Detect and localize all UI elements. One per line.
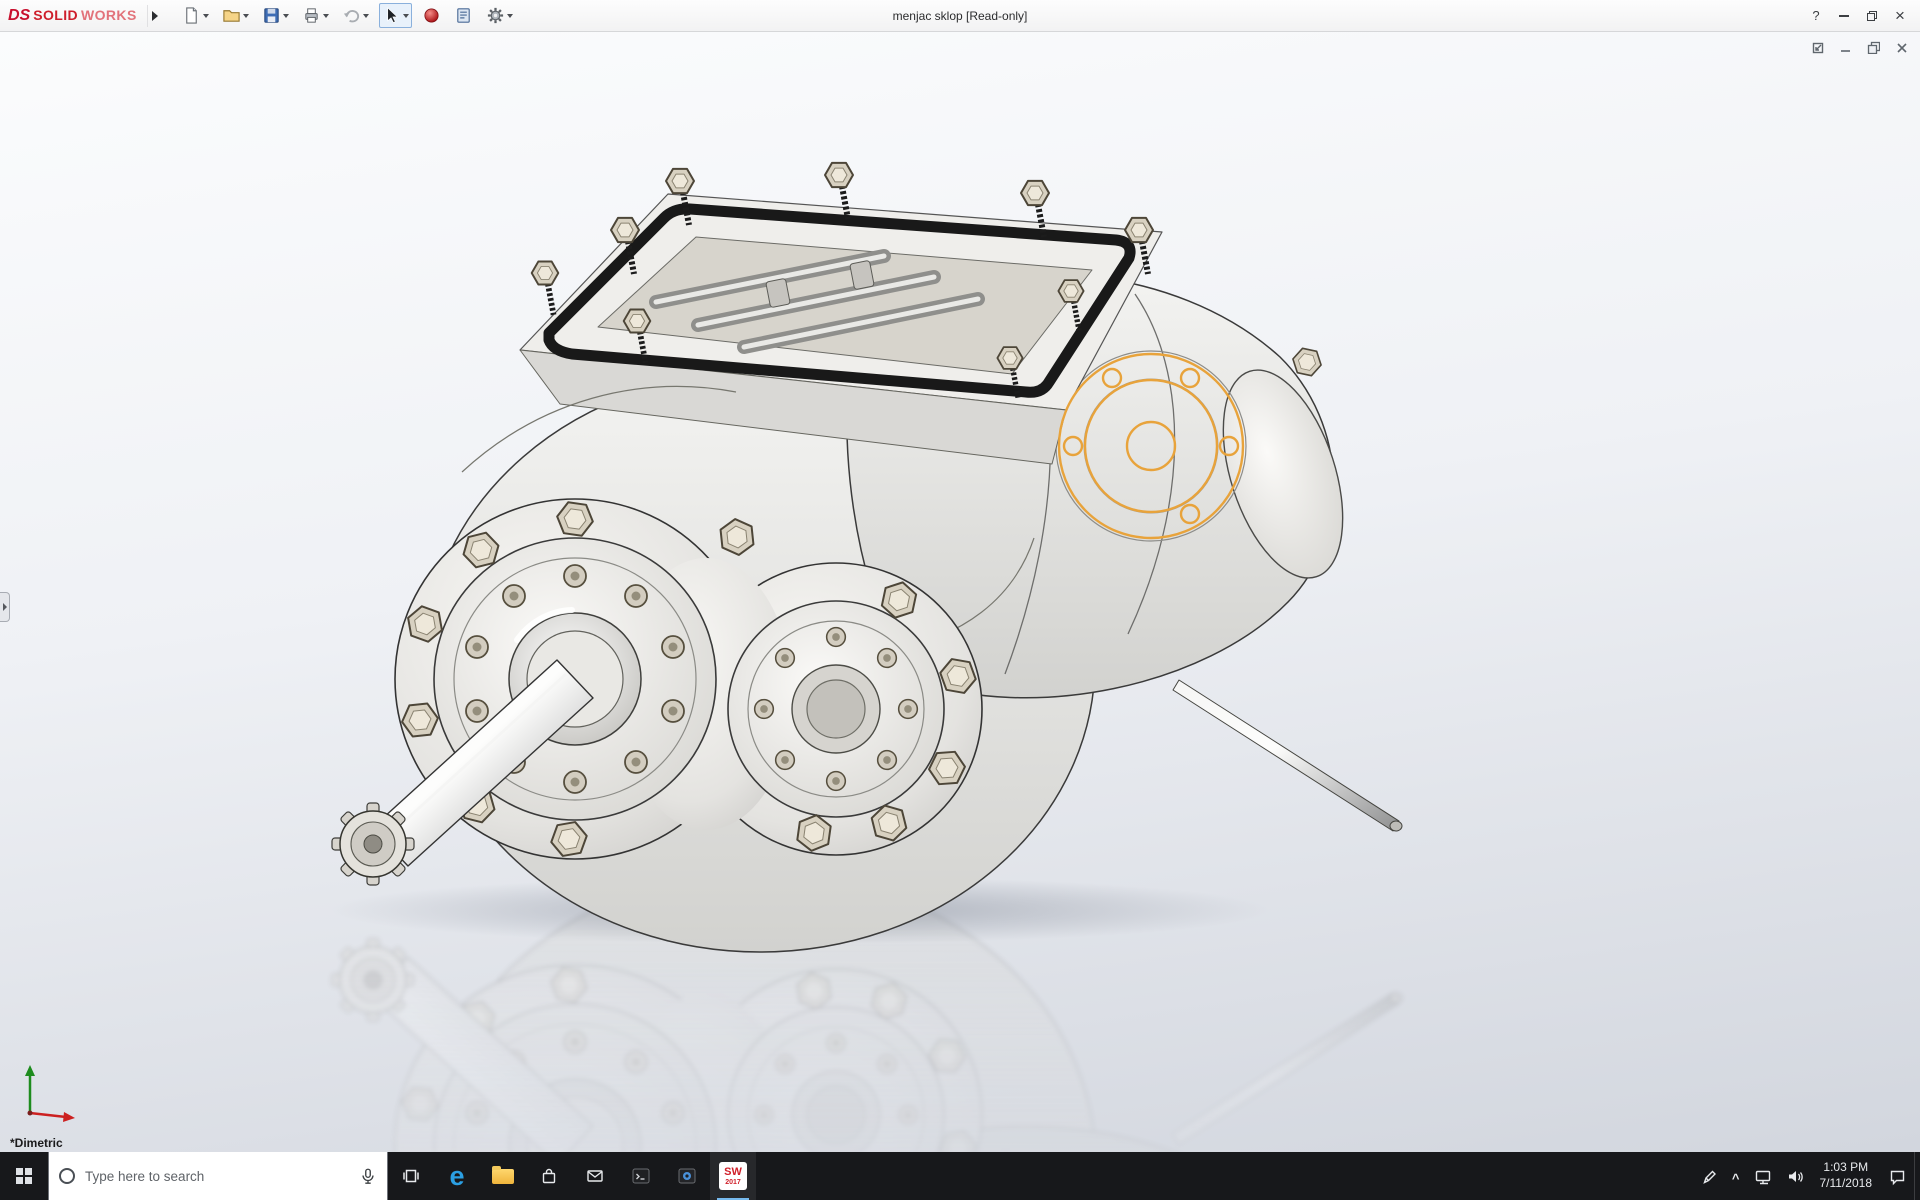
media-app-icon [677, 1166, 697, 1186]
minimize-icon [1839, 15, 1849, 17]
view-orientation-label: *Dimetric [10, 1136, 63, 1150]
window-controls: ? × [1802, 0, 1914, 31]
doc-restore-button[interactable] [1866, 40, 1880, 54]
restore-icon [1866, 10, 1878, 22]
dropdown-caret-icon[interactable] [403, 14, 409, 21]
gear-icon [486, 6, 505, 25]
solidworks-taskbar-button[interactable]: SW 2017 [710, 1152, 756, 1200]
dropdown-caret-icon[interactable] [507, 14, 513, 21]
notification-icon [1888, 1167, 1907, 1186]
featuremanager-collapse-tab[interactable] [0, 592, 10, 622]
close-button[interactable]: × [1886, 0, 1914, 31]
save-button[interactable] [259, 3, 292, 28]
document-window-controls [1810, 40, 1908, 54]
solidworks-logo[interactable]: DS SOLIDWORKS [8, 7, 137, 25]
pen-icon [1700, 1167, 1718, 1185]
clock[interactable]: 1:03 PM 7/11/2018 [1811, 1160, 1882, 1191]
doc-pin-button[interactable] [1810, 40, 1824, 54]
store-bag-icon [539, 1166, 559, 1186]
clock-time: 1:03 PM [1823, 1160, 1868, 1176]
select-cursor-icon [382, 6, 401, 25]
windows-logo-icon [16, 1168, 32, 1184]
store-button[interactable] [526, 1152, 572, 1200]
chevron-up-icon: ^ [1732, 1171, 1740, 1186]
new-document-button[interactable] [179, 3, 212, 28]
taskbar-search[interactable] [48, 1152, 388, 1200]
edge-icon: e [449, 1163, 464, 1190]
dropdown-caret-icon[interactable] [203, 14, 209, 21]
chevron-left-icon [3, 603, 7, 611]
print-icon [302, 6, 321, 25]
select-tool-button[interactable] [379, 3, 412, 28]
open-button[interactable] [219, 3, 252, 28]
design-binder-icon [454, 6, 473, 25]
mail-icon [585, 1166, 605, 1186]
terminal-app-button[interactable] [618, 1152, 664, 1200]
doc-minimize-button[interactable] [1838, 40, 1852, 54]
solidworks-app-icon: SW 2017 [719, 1162, 747, 1190]
media-app-button[interactable] [664, 1152, 710, 1200]
orientation-triad [16, 1057, 86, 1132]
file-explorer-button[interactable] [480, 1152, 526, 1200]
gearbox-assembly[interactable] [332, 163, 1402, 952]
print-button[interactable] [299, 3, 332, 28]
help-button[interactable]: ? [1802, 0, 1830, 31]
save-icon [262, 6, 281, 25]
network-button[interactable] [1747, 1152, 1779, 1200]
triad-axes-icon [16, 1057, 86, 1127]
microphone-icon[interactable] [359, 1167, 377, 1185]
notification-center-button[interactable] [1881, 1152, 1914, 1200]
logo-text-solid: SOLID [33, 7, 78, 23]
windows-taskbar: e [0, 1152, 1920, 1200]
clock-date: 7/11/2018 [1820, 1176, 1873, 1192]
undo-button[interactable] [339, 3, 372, 28]
gearbox-model[interactable] [0, 32, 1920, 1152]
undo-icon [342, 6, 361, 25]
network-icon [1754, 1167, 1772, 1185]
doc-close-button[interactable] [1894, 40, 1908, 54]
open-folder-icon [222, 6, 241, 25]
toolbar-flyout-button[interactable] [147, 5, 163, 27]
cortana-icon [59, 1168, 75, 1184]
dropdown-caret-icon[interactable] [363, 14, 369, 21]
dropdown-caret-icon[interactable] [283, 14, 289, 21]
volume-button[interactable] [1779, 1152, 1811, 1200]
show-desktop-button[interactable] [1914, 1152, 1920, 1200]
mail-button[interactable] [572, 1152, 618, 1200]
restore-button[interactable] [1858, 0, 1886, 31]
minimize-button[interactable] [1830, 0, 1858, 31]
volume-icon [1786, 1167, 1804, 1185]
hidden-icons-button[interactable]: ^ [1725, 1152, 1747, 1200]
document-title: menjac sklop [Read-only] [893, 9, 1028, 23]
task-view-icon [401, 1166, 421, 1186]
appearance-button[interactable] [419, 3, 444, 28]
dropdown-caret-icon[interactable] [243, 14, 249, 21]
app-titlebar: DS SOLIDWORKS [0, 0, 1920, 32]
start-button[interactable] [0, 1152, 48, 1200]
options-button[interactable] [483, 3, 516, 28]
flyout-arrow-icon [152, 11, 158, 21]
search-input[interactable] [85, 1169, 349, 1184]
logo-text-works: WORKS [81, 7, 137, 23]
main-toolbar [179, 3, 516, 28]
ds-logo-icon: DS [8, 7, 30, 25]
dropdown-caret-icon[interactable] [323, 14, 329, 21]
ink-workspace-button[interactable] [1693, 1152, 1725, 1200]
appearance-sphere-icon [422, 6, 441, 25]
folder-icon [492, 1169, 514, 1184]
taskbar-apps: e [388, 1152, 756, 1200]
system-tray: ^ 1:03 PM 7/11/2018 [1693, 1152, 1920, 1200]
new-document-icon [182, 6, 201, 25]
edge-button[interactable]: e [434, 1152, 480, 1200]
task-view-button[interactable] [388, 1152, 434, 1200]
screen: DS SOLIDWORKS [0, 0, 1920, 1200]
design-binder-button[interactable] [451, 3, 476, 28]
terminal-icon [631, 1166, 651, 1186]
graphics-area[interactable]: *Dimetric [0, 32, 1920, 1152]
